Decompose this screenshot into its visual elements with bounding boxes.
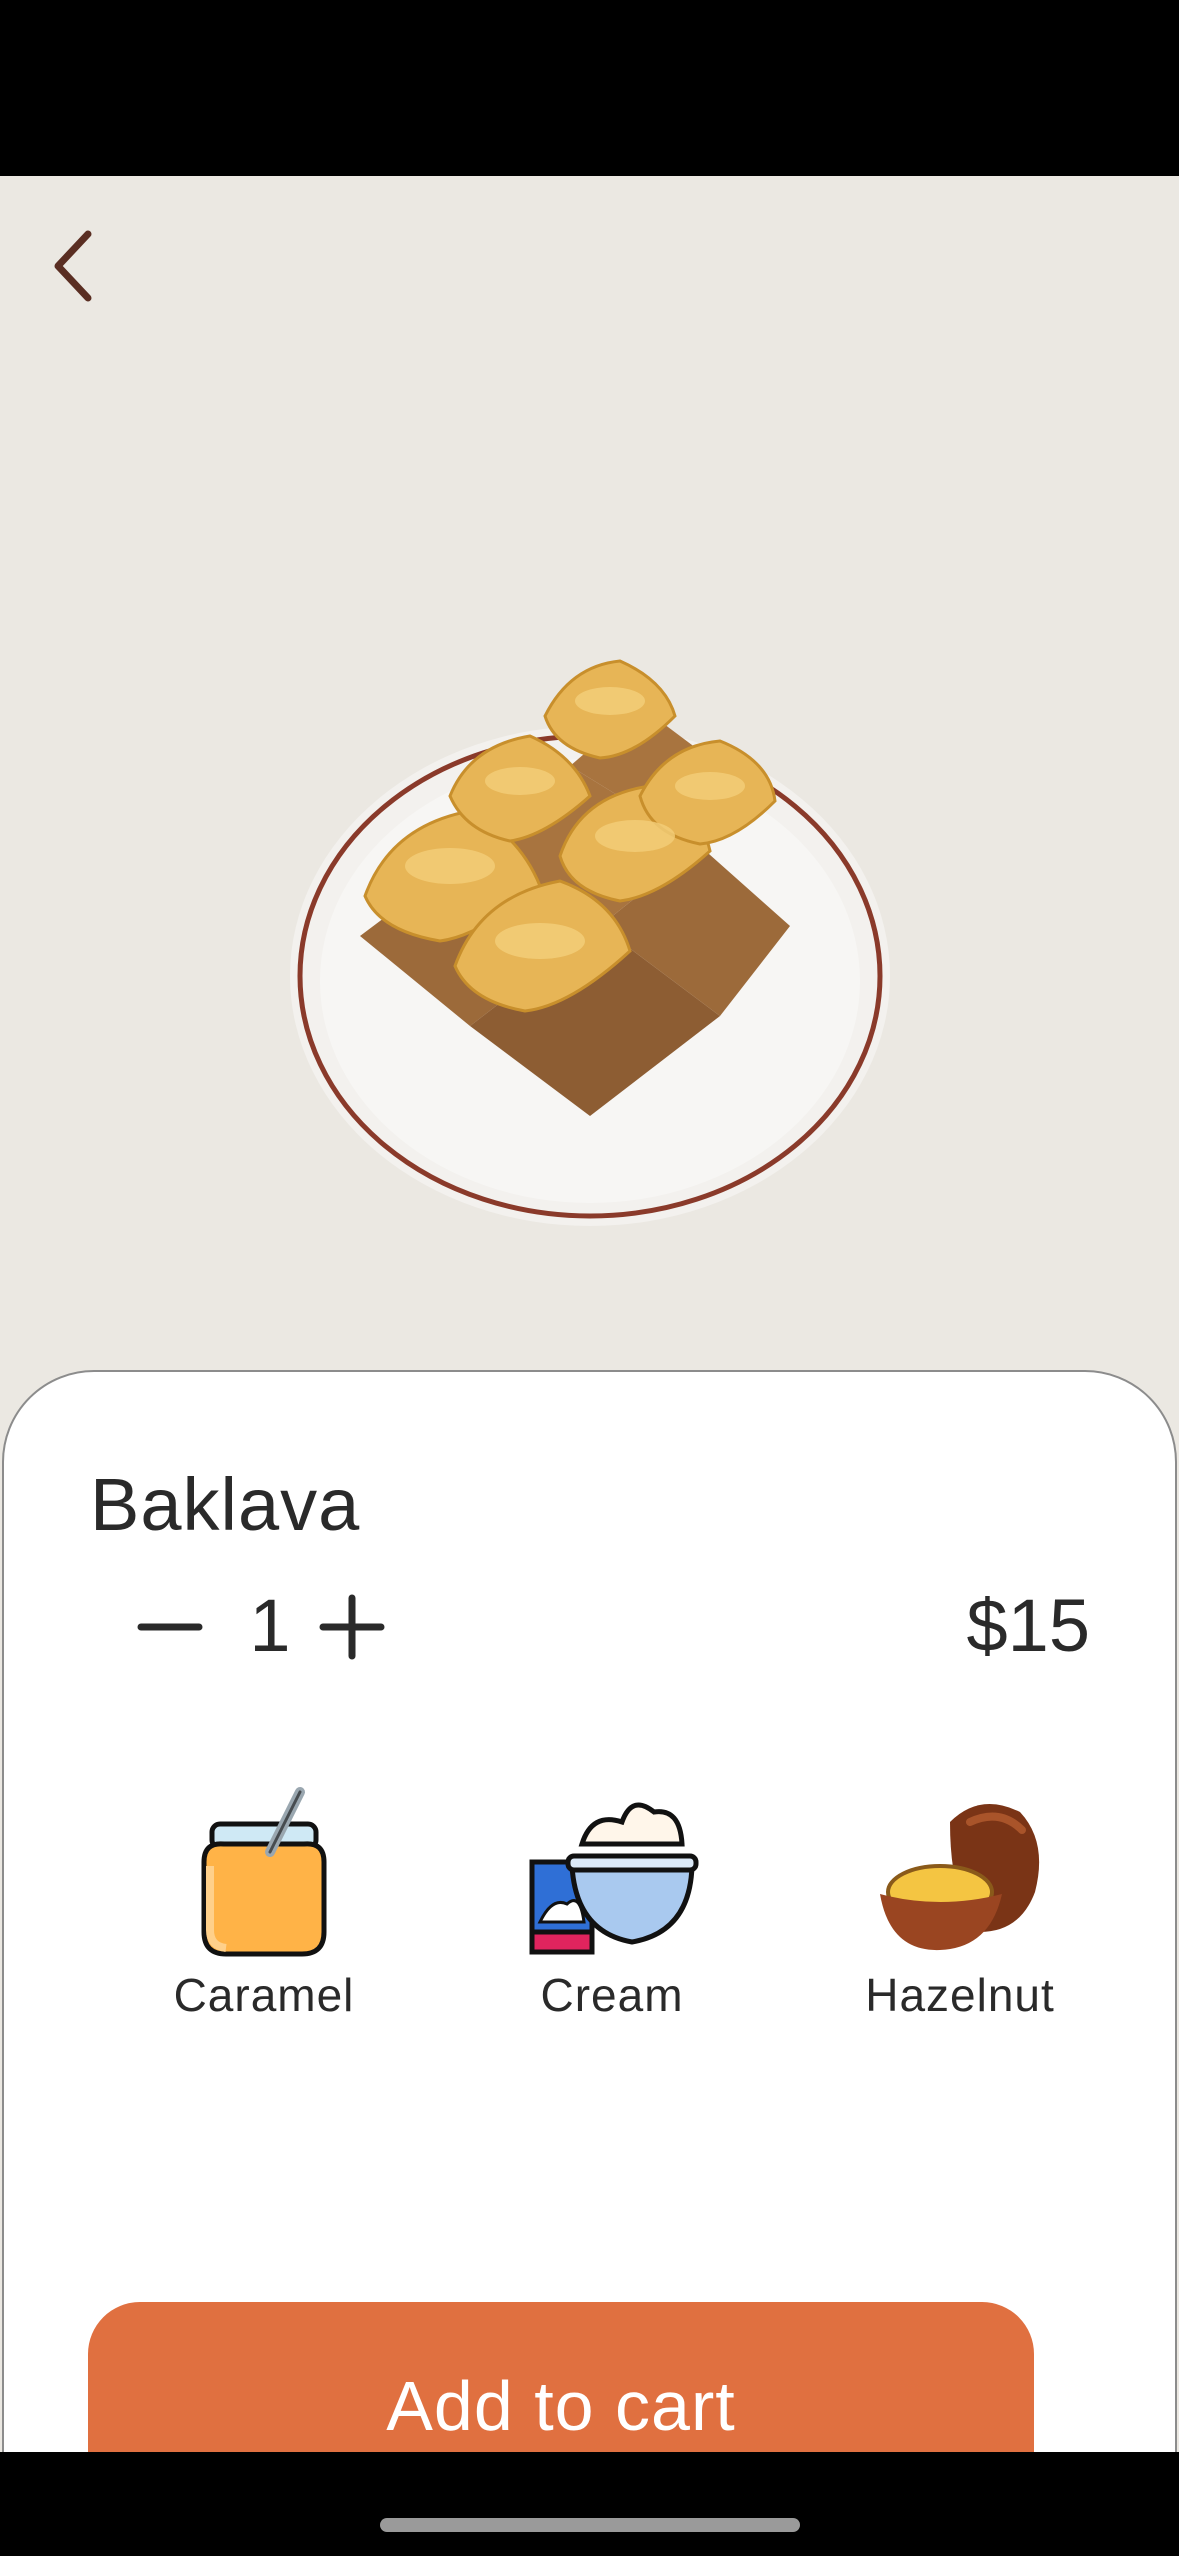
plus-icon: [319, 1594, 385, 1660]
home-indicator[interactable]: [380, 2518, 800, 2532]
topping-hazelnut[interactable]: Hazelnut: [830, 1782, 1090, 2042]
product-title: Baklava: [90, 1463, 361, 1546]
topping-caramel[interactable]: Caramel: [134, 1782, 394, 2042]
hazelnut-icon: [880, 1804, 1040, 1951]
decrease-quantity-button[interactable]: [120, 1577, 220, 1677]
chevron-left-icon: [54, 230, 92, 302]
topping-label: Hazelnut: [865, 1969, 1055, 2021]
navigation-bar: [0, 2452, 1179, 2556]
product-detail-screen: Baklava 1 $15 Caramel Cream Hazelnut Add…: [0, 176, 1179, 2452]
whipped-cream-icon: [529, 1802, 699, 1955]
minus-icon: [137, 1623, 203, 1631]
increase-quantity-button[interactable]: [302, 1577, 402, 1677]
product-sheet: Baklava 1 $15 Caramel Cream Hazelnut Add…: [2, 1370, 1177, 2452]
add-to-cart-button[interactable]: Add to cart: [88, 2302, 1034, 2452]
back-button[interactable]: [24, 216, 124, 316]
topping-label: Cream: [540, 1969, 684, 2021]
topping-cream[interactable]: Cream: [482, 1782, 742, 2042]
status-bar: [0, 0, 1179, 176]
quantity-row: 1 $15: [90, 1577, 1090, 1687]
topping-label: Caramel: [173, 1969, 355, 2021]
baklava-image: [290, 659, 890, 1226]
toppings-list: Caramel Cream Hazelnut: [4, 1782, 1179, 2062]
honey-jar-icon: [201, 1787, 327, 1957]
product-price: $15: [966, 1584, 1090, 1667]
quantity-value: 1: [249, 1584, 291, 1667]
